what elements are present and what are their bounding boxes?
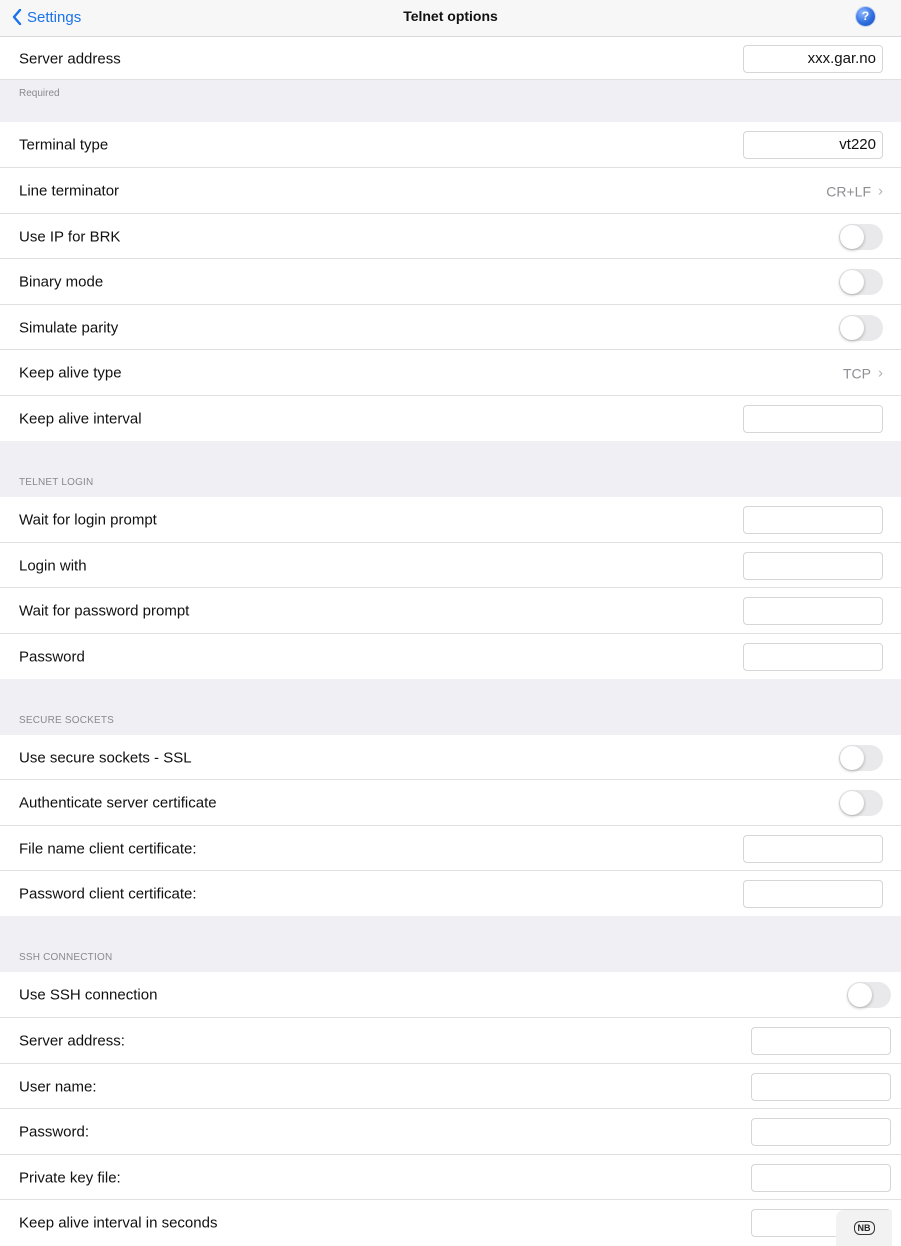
required-note: Required: [19, 88, 60, 99]
ssh-user-name-field[interactable]: [751, 1072, 891, 1101]
server-address-field[interactable]: xxx.gar.no: [743, 44, 883, 73]
client-cert-file-field[interactable]: [743, 834, 883, 863]
ssh-user-name-label: User name:: [19, 1078, 97, 1095]
keep-alive-type-label: Keep alive type: [19, 364, 122, 382]
wait-password-prompt-row: Wait for password prompt: [0, 588, 901, 634]
line-terminator-label: Line terminator: [19, 182, 120, 200]
terminal-type-label: Terminal type: [19, 136, 109, 154]
nb-badge-button[interactable]: NB: [836, 1210, 892, 1246]
secure-sockets-section-header: SECURE SOCKETS: [0, 679, 901, 735]
chevron-right-icon: ›: [878, 182, 883, 200]
use-ssh-label: Use SSH connection: [19, 986, 158, 1004]
ssh-server-address-label: Server address:: [19, 1032, 125, 1050]
toggle-knob: [840, 270, 864, 294]
ssh-server-address-field[interactable]: [751, 1027, 891, 1055]
login-with-label: Login with: [19, 557, 87, 574]
simulate-parity-label: Simulate parity: [19, 319, 119, 336]
ssh-section-header: SSH CONNECTION: [0, 916, 901, 972]
nb-badge-label: NB: [853, 1221, 875, 1235]
binary-mode-toggle[interactable]: [839, 269, 883, 295]
keep-alive-type-value[interactable]: TCP ›: [843, 365, 883, 382]
line-terminator-selected: CR+LF: [826, 183, 871, 199]
wait-login-prompt-row: Wait for login prompt: [0, 497, 901, 543]
simulate-parity-row: Simulate parity: [0, 305, 901, 350]
simulate-parity-toggle[interactable]: [839, 314, 883, 341]
toggle-knob: [848, 983, 872, 1007]
use-ssh-toggle[interactable]: [847, 982, 891, 1008]
ssh-private-key-row: Private key file:: [0, 1155, 901, 1200]
keep-alive-interval-row: Keep alive interval: [0, 396, 901, 441]
use-ip-for-brk-toggle[interactable]: [839, 223, 883, 250]
ssh-password-field[interactable]: [751, 1118, 891, 1146]
wait-password-prompt-label: Wait for password prompt: [19, 602, 190, 620]
terminal-type-field[interactable]: vt220: [743, 131, 883, 159]
navigation-bar: Settings Telnet options ?: [0, 0, 901, 37]
keep-alive-type-selected: TCP: [843, 365, 871, 381]
ssh-password-row: Password:: [0, 1109, 901, 1155]
ssh-server-address-row: Server address:: [0, 1018, 901, 1064]
authenticate-cert-label: Authenticate server certificate: [19, 794, 217, 812]
client-cert-password-row: Password client certificate:: [0, 871, 901, 916]
ssh-keep-alive-row: Keep alive interval in seconds: [0, 1200, 901, 1246]
terminal-type-row: Terminal type vt220: [0, 122, 901, 168]
wait-login-prompt-field[interactable]: [743, 506, 883, 534]
page-title: Telnet options: [403, 8, 498, 24]
toggle-knob: [840, 745, 864, 770]
authenticate-cert-toggle[interactable]: [839, 790, 883, 816]
client-cert-file-label: File name client certificate:: [19, 840, 197, 857]
telnet-password-field[interactable]: [743, 642, 883, 671]
server-address-label: Server address: [19, 50, 121, 67]
authenticate-cert-row: Authenticate server certificate: [0, 780, 901, 826]
wait-password-prompt-field[interactable]: [743, 597, 883, 625]
line-terminator-row[interactable]: Line terminator CR+LF ›: [0, 168, 901, 214]
use-ip-for-brk-row: Use IP for BRK: [0, 214, 901, 259]
client-cert-password-label: Password client certificate:: [19, 885, 197, 902]
telnet-login-section-header: TELNET LOGIN: [0, 441, 901, 497]
ssh-private-key-label: Private key file:: [19, 1169, 121, 1186]
ssh-header: SSH CONNECTION: [19, 952, 113, 963]
client-cert-password-field[interactable]: [743, 879, 883, 908]
use-ip-for-brk-label: Use IP for BRK: [19, 228, 121, 245]
use-ssl-toggle[interactable]: [839, 744, 883, 771]
chevron-right-icon: ›: [878, 364, 883, 382]
keep-alive-type-row[interactable]: Keep alive type TCP ›: [0, 350, 901, 396]
secure-sockets-header: SECURE SOCKETS: [19, 715, 115, 726]
binary-mode-label: Binary mode: [19, 273, 104, 291]
toggle-knob: [840, 224, 864, 249]
telnet-login-header: TELNET LOGIN: [19, 477, 94, 488]
client-cert-file-row: File name client certificate:: [0, 826, 901, 871]
line-terminator-value[interactable]: CR+LF ›: [826, 183, 883, 200]
ssh-private-key-field[interactable]: [751, 1163, 891, 1192]
ssh-keep-alive-label: Keep alive interval in seconds: [19, 1214, 218, 1232]
telnet-password-row: Password: [0, 634, 901, 679]
help-icon[interactable]: ?: [856, 7, 875, 26]
ssh-password-label: Password:: [19, 1123, 90, 1141]
server-address-row: Server address xxx.gar.no: [0, 37, 901, 80]
toggle-knob: [840, 315, 864, 340]
login-with-row: Login with: [0, 543, 901, 588]
keep-alive-interval-label: Keep alive interval: [19, 410, 142, 427]
keep-alive-interval-field[interactable]: [743, 404, 883, 433]
telnet-password-label: Password: [19, 648, 85, 665]
use-ssl-row: Use secure sockets - SSL: [0, 735, 901, 780]
wait-login-prompt-label: Wait for login prompt: [19, 511, 157, 529]
required-footer: Required: [0, 80, 901, 122]
binary-mode-row: Binary mode: [0, 259, 901, 305]
use-ssl-label: Use secure sockets - SSL: [19, 749, 192, 766]
use-ssh-row: Use SSH connection: [0, 972, 901, 1018]
toggle-knob: [840, 791, 864, 815]
login-with-field[interactable]: [743, 551, 883, 580]
ssh-user-name-row: User name:: [0, 1064, 901, 1109]
